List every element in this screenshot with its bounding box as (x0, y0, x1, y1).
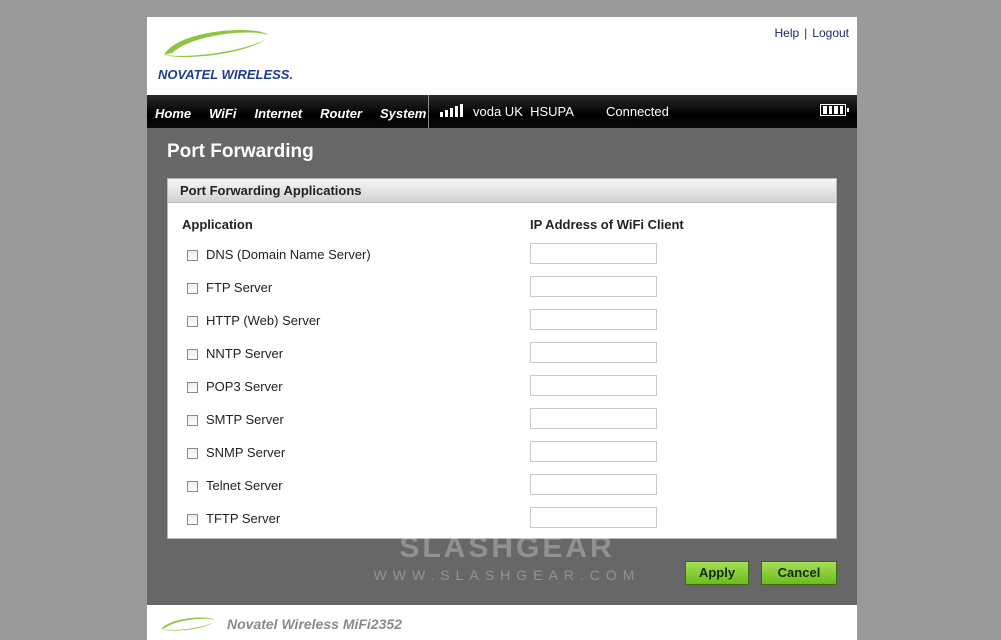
application-checkbox[interactable] (187, 481, 198, 492)
table-row: SMTP Server (168, 408, 836, 435)
application-label: NNTP Server (206, 346, 284, 361)
nav-item-wifi[interactable]: WiFi (209, 103, 236, 121)
logo-text: NOVATEL WIRELESS. (158, 67, 294, 82)
table-row: TFTP Server (168, 507, 836, 534)
novatel-logo: NOVATEL WIRELESS. (156, 25, 293, 85)
application-label: SMTP Server (206, 412, 284, 427)
application-label: FTP Server (206, 280, 273, 295)
application-checkbox[interactable] (187, 415, 198, 426)
cancel-button[interactable]: Cancel (761, 561, 837, 585)
port-forwarding-panel: Port Forwarding Applications Application… (167, 178, 837, 539)
top-links: Help | Logout (774, 26, 849, 40)
application-label: TFTP Server (206, 511, 281, 526)
watermark-url: WWW.SLASHGEAR.COM (373, 567, 641, 583)
application-label: DNS (Domain Name Server) (206, 247, 371, 262)
page-title: Port Forwarding (167, 141, 314, 162)
help-link[interactable]: Help (774, 26, 799, 40)
application-checkbox[interactable] (187, 316, 198, 327)
application-label: SNMP Server (206, 445, 286, 460)
ip-address-input[interactable] (530, 243, 657, 264)
application-checkbox[interactable] (187, 514, 198, 525)
logout-link[interactable]: Logout (812, 26, 849, 40)
nav-items: Home WiFi Internet Router System (155, 95, 444, 128)
table-row: POP3 Server (168, 375, 836, 402)
table-row: SNMP Server (168, 441, 836, 468)
router-admin-page: NOVATEL WIRELESS. Help | Logout Home WiFi … (147, 17, 857, 640)
application-label: POP3 Server (206, 379, 283, 394)
panel-header: Port Forwarding Applications (168, 179, 836, 203)
nav-bar: Home WiFi Internet Router System voda UK… (147, 95, 857, 128)
application-checkbox[interactable] (187, 283, 198, 294)
application-label: Telnet Server (206, 478, 283, 493)
nav-item-system[interactable]: System (380, 103, 426, 121)
application-checkbox[interactable] (187, 349, 198, 360)
ip-address-input[interactable] (530, 474, 657, 495)
apply-button[interactable]: Apply (685, 561, 749, 585)
ip-address-input[interactable] (530, 309, 657, 330)
application-checkbox[interactable] (187, 250, 198, 261)
table-row: DNS (Domain Name Server) (168, 243, 836, 270)
column-header-ip: IP Address of WiFi Client (530, 217, 684, 232)
application-label: HTTP (Web) Server (206, 313, 321, 328)
ip-address-input[interactable] (530, 342, 657, 363)
link-separator: | (804, 26, 808, 40)
ip-address-input[interactable] (530, 375, 657, 396)
table-row: NNTP Server (168, 342, 836, 369)
table-row: FTP Server (168, 276, 836, 303)
signal-bars-icon (440, 104, 466, 117)
ip-address-input[interactable] (530, 441, 657, 462)
carrier-label: voda UK HSUPA (473, 104, 574, 119)
swoosh-logo-icon (164, 29, 268, 58)
ip-address-input[interactable] (530, 276, 657, 297)
footer: Novatel Wireless MiFi2352 (147, 605, 857, 640)
connection-status: Connected (606, 104, 669, 119)
nav-item-internet[interactable]: Internet (254, 103, 302, 121)
application-checkbox[interactable] (187, 448, 198, 459)
application-checkbox[interactable] (187, 382, 198, 393)
header: NOVATEL WIRELESS. Help | Logout (147, 17, 857, 95)
table-row: Telnet Server (168, 474, 836, 501)
ip-address-input[interactable] (530, 507, 657, 528)
nav-divider (428, 95, 429, 128)
ip-address-input[interactable] (530, 408, 657, 429)
battery-icon (820, 104, 849, 116)
nav-item-router[interactable]: Router (320, 103, 362, 121)
column-header-application: Application (182, 217, 253, 232)
footer-product-name: Novatel Wireless MiFi2352 (227, 616, 402, 632)
swoosh-logo-icon (161, 617, 215, 631)
table-row: HTTP (Web) Server (168, 309, 836, 336)
nav-item-home[interactable]: Home (155, 103, 191, 121)
